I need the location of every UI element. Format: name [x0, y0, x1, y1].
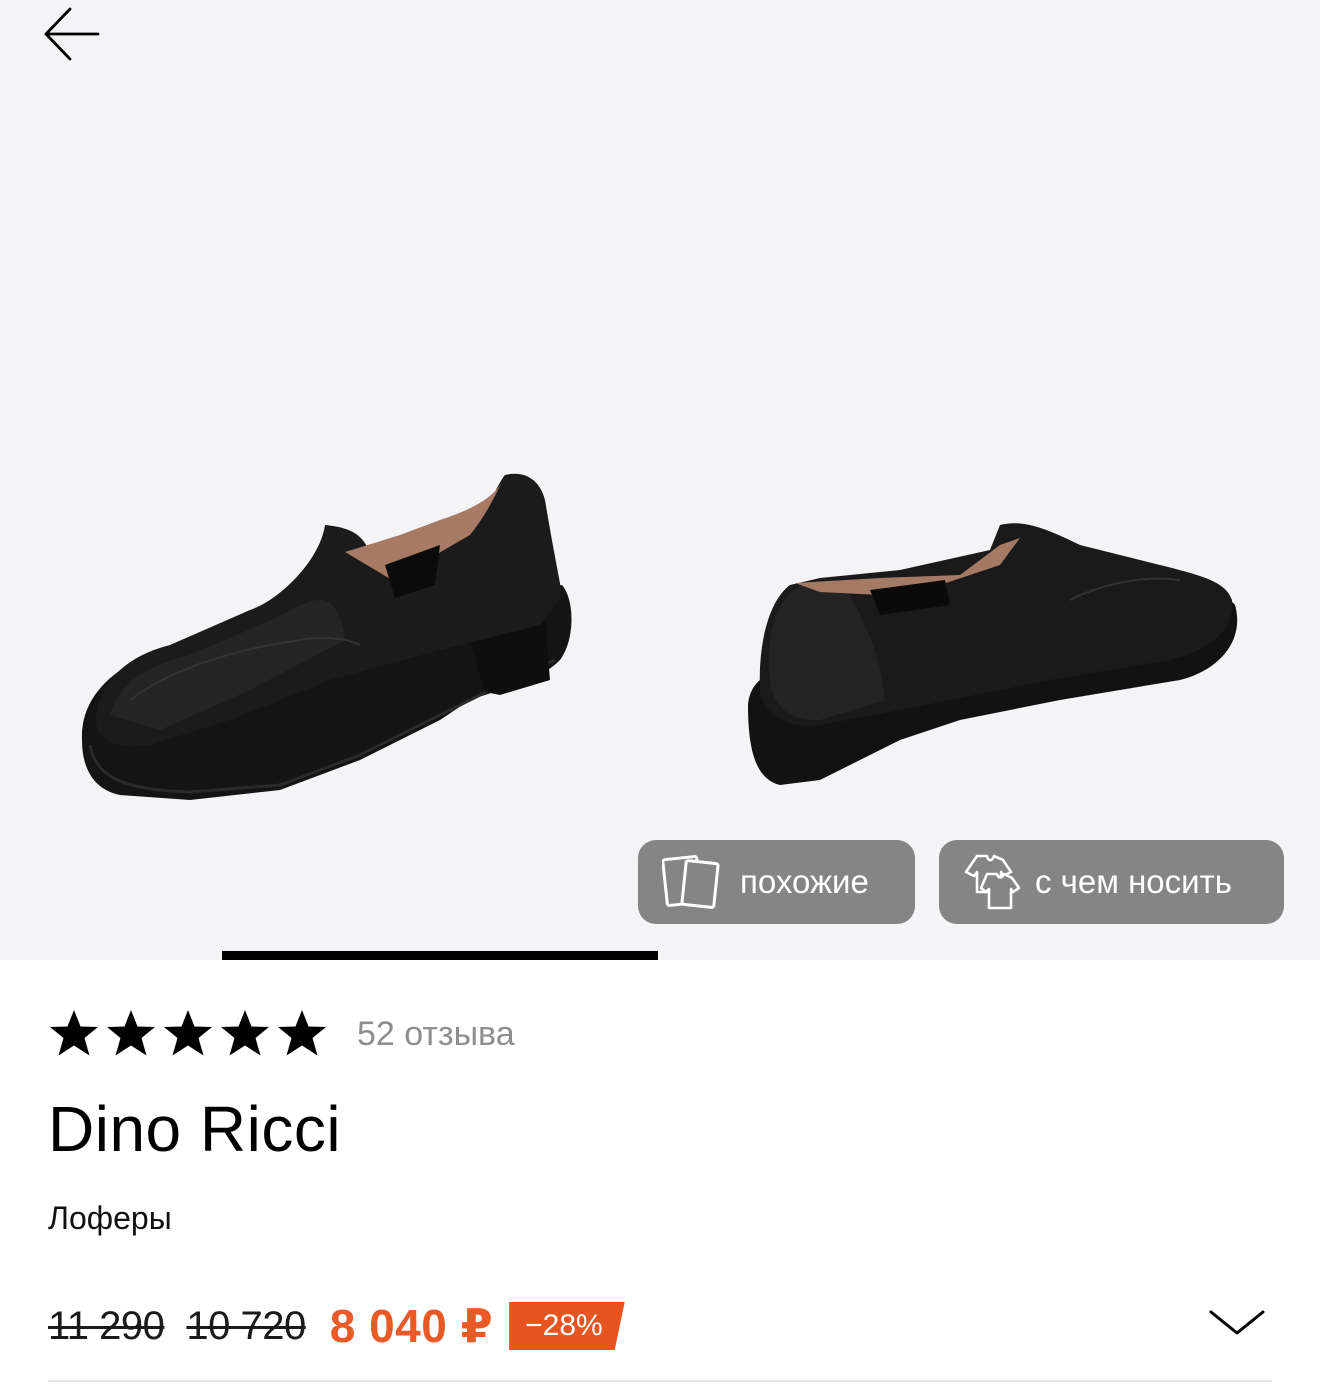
similar-label: похожие [740, 863, 869, 900]
shoe-left-image [81, 473, 572, 800]
chevron-down-icon [1208, 1308, 1266, 1343]
rating-row[interactable]: 52 отзыва [48, 1008, 515, 1060]
similar-button[interactable]: похожие [638, 840, 915, 924]
reviews-link[interactable]: 52 отзыва [357, 1015, 515, 1054]
rating-stars [48, 1008, 333, 1060]
discount-badge: −28% [509, 1302, 625, 1350]
gallery-progress [0, 951, 1320, 960]
back-button[interactable] [30, 0, 114, 72]
gallery-progress-fill [222, 951, 658, 960]
product-photo [81, 473, 1238, 800]
arrow-left-icon [42, 4, 102, 69]
outfit-button[interactable]: с чем носить [939, 840, 1284, 924]
cards-icon [662, 854, 720, 910]
outfit-label: с чем носить [1035, 863, 1232, 900]
old-price-original: 11 290 [48, 1303, 165, 1348]
star-icon [276, 1008, 333, 1060]
shoe-right-image [748, 523, 1238, 785]
star-icon [105, 1008, 162, 1060]
brand-name[interactable]: Dino Ricci [48, 1092, 341, 1166]
tshirt-icon [957, 852, 1023, 912]
old-price-previous: 10 720 [186, 1303, 306, 1348]
product-category: Лоферы [48, 1200, 172, 1236]
current-price: 8 040 ₽ [329, 1300, 494, 1352]
star-icon [48, 1008, 105, 1060]
star-icon [219, 1008, 276, 1060]
divider [48, 1380, 1272, 1382]
price-details-toggle[interactable] [1204, 1300, 1270, 1350]
price-row: 11 290 10 720 8 040 ₽ −28% [48, 1296, 625, 1356]
product-gallery[interactable]: похожие с чем носить [0, 0, 1320, 960]
star-icon [162, 1008, 219, 1060]
